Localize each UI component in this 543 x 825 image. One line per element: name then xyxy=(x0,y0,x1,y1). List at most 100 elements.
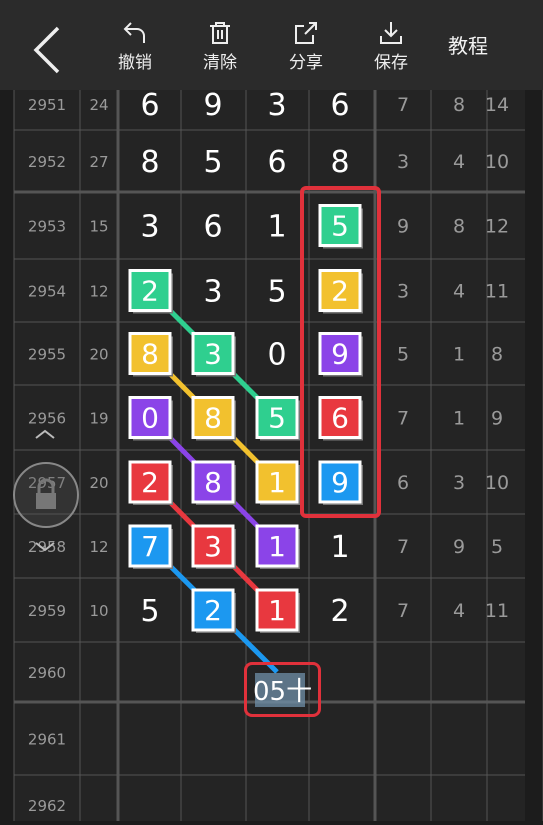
extra-value: 11 xyxy=(485,600,509,622)
extra-value: 11 xyxy=(485,281,509,303)
issue-number: 2951 xyxy=(28,96,66,114)
marked-digit[interactable]: 2 xyxy=(128,269,173,314)
marked-digit[interactable]: 2 xyxy=(318,269,363,314)
digit-cell[interactable]: 6 xyxy=(203,210,222,245)
svg-text:9: 9 xyxy=(331,338,349,371)
marked-digit[interactable]: 3 xyxy=(191,524,236,569)
back-button[interactable] xyxy=(28,24,64,76)
digit-cell[interactable]: 3 xyxy=(203,275,222,310)
extra-value: 3 xyxy=(397,281,409,303)
digit-cell[interactable]: 3 xyxy=(140,210,159,245)
digit-cell[interactable]: 1 xyxy=(330,530,349,565)
sum-value: 20 xyxy=(89,346,108,364)
digit-cell[interactable]: 5 xyxy=(140,594,159,629)
digit-cell[interactable]: 8 xyxy=(140,145,159,180)
digit-cell[interactable]: 0 xyxy=(267,338,286,373)
digit-cell[interactable]: 6 xyxy=(140,88,159,123)
digit-cell[interactable]: 6 xyxy=(267,145,286,180)
marked-digit[interactable]: 1 xyxy=(255,524,300,569)
extra-value: 1 xyxy=(453,344,465,366)
extra-value: 10 xyxy=(485,151,509,173)
svg-text:3: 3 xyxy=(204,530,222,563)
svg-text:5: 5 xyxy=(268,402,286,435)
sum-value: 24 xyxy=(89,96,108,114)
digit-cell[interactable]: 6 xyxy=(330,88,349,123)
save-label: 保存 xyxy=(374,53,408,73)
issue-number: 2962 xyxy=(28,797,66,815)
extra-value: 9 xyxy=(491,408,503,430)
marked-digit[interactable]: 7 xyxy=(128,524,173,569)
digit-cell[interactable]: 5 xyxy=(267,275,286,310)
svg-text:8: 8 xyxy=(141,338,159,371)
marked-digit[interactable]: 5 xyxy=(318,204,363,249)
issue-number: 2953 xyxy=(28,218,66,236)
extra-value: 10 xyxy=(485,472,509,494)
share-label: 分享 xyxy=(289,53,323,73)
sum-value: 12 xyxy=(89,538,108,556)
extra-value: 7 xyxy=(397,536,409,558)
marked-digit[interactable]: 3 xyxy=(191,332,236,377)
marked-digit[interactable]: 1 xyxy=(255,588,300,633)
save-button[interactable]: 保存 xyxy=(356,14,426,80)
issue-number: 2959 xyxy=(28,602,66,620)
marked-digit[interactable]: 0 xyxy=(128,396,173,441)
digit-cell[interactable]: 9 xyxy=(203,88,222,123)
extra-value: 12 xyxy=(485,216,509,238)
marked-digit[interactable]: 8 xyxy=(191,396,236,441)
svg-text:1: 1 xyxy=(268,594,286,627)
extra-value: 8 xyxy=(453,94,465,116)
issue-number: 2960 xyxy=(28,664,66,682)
marked-digit[interactable]: 9 xyxy=(318,332,363,377)
marked-digit[interactable]: 2 xyxy=(128,460,173,505)
svg-text:9: 9 xyxy=(331,466,349,499)
svg-text:5: 5 xyxy=(331,210,349,243)
digit-cell[interactable]: 1 xyxy=(267,210,286,245)
extra-value: 8 xyxy=(453,216,465,238)
share-button[interactable]: 分享 xyxy=(271,14,341,80)
marked-digit[interactable]: 8 xyxy=(191,460,236,505)
extra-value: 9 xyxy=(397,216,409,238)
sum-value: 10 xyxy=(89,602,108,620)
extra-value: 4 xyxy=(453,281,465,303)
marked-digit[interactable]: 9 xyxy=(318,460,363,505)
clear-button[interactable]: 清除 xyxy=(185,14,255,80)
clear-label: 清除 xyxy=(203,53,237,73)
issue-number: 2958 xyxy=(28,538,66,556)
digit-cell[interactable]: 2 xyxy=(330,594,349,629)
marked-digit[interactable]: 2 xyxy=(191,588,236,633)
input-cell[interactable]: 05十 xyxy=(244,662,321,717)
svg-text:1: 1 xyxy=(268,530,286,563)
marked-digit[interactable]: 1 xyxy=(255,460,300,505)
sum-value: 12 xyxy=(89,283,108,301)
digit-cell[interactable]: 3 xyxy=(267,88,286,123)
svg-text:0: 0 xyxy=(141,402,159,435)
marked-digit[interactable]: 5 xyxy=(255,396,300,441)
chevron-left-icon xyxy=(33,26,60,74)
extra-value: 7 xyxy=(397,408,409,430)
extra-value: 4 xyxy=(453,151,465,173)
sum-value: 27 xyxy=(89,153,108,171)
lock-button[interactable] xyxy=(13,462,79,528)
extra-value: 7 xyxy=(397,94,409,116)
undo-button[interactable]: 撤销 xyxy=(100,14,170,80)
extra-value: 5 xyxy=(491,536,503,558)
marked-digit[interactable]: 6 xyxy=(318,396,363,441)
trash-icon xyxy=(210,22,230,44)
svg-text:8: 8 xyxy=(204,466,222,499)
svg-text:2: 2 xyxy=(204,594,222,627)
download-icon xyxy=(380,22,402,44)
digit-cell[interactable]: 8 xyxy=(330,145,349,180)
extra-value: 3 xyxy=(453,472,465,494)
tutorial-button[interactable]: 教程 xyxy=(448,30,488,59)
issue-number: 2956 xyxy=(28,410,66,428)
input-text: 05十 xyxy=(253,677,313,707)
svg-text:2: 2 xyxy=(141,466,159,499)
extra-value: 1 xyxy=(453,408,465,430)
svg-text:2: 2 xyxy=(331,275,349,308)
digit-cell[interactable]: 5 xyxy=(203,145,222,180)
issue-number: 2952 xyxy=(28,153,66,171)
sum-value: 20 xyxy=(89,474,108,492)
extra-value: 14 xyxy=(485,94,509,116)
sum-value: 19 xyxy=(89,410,108,428)
marked-digit[interactable]: 8 xyxy=(128,332,173,377)
